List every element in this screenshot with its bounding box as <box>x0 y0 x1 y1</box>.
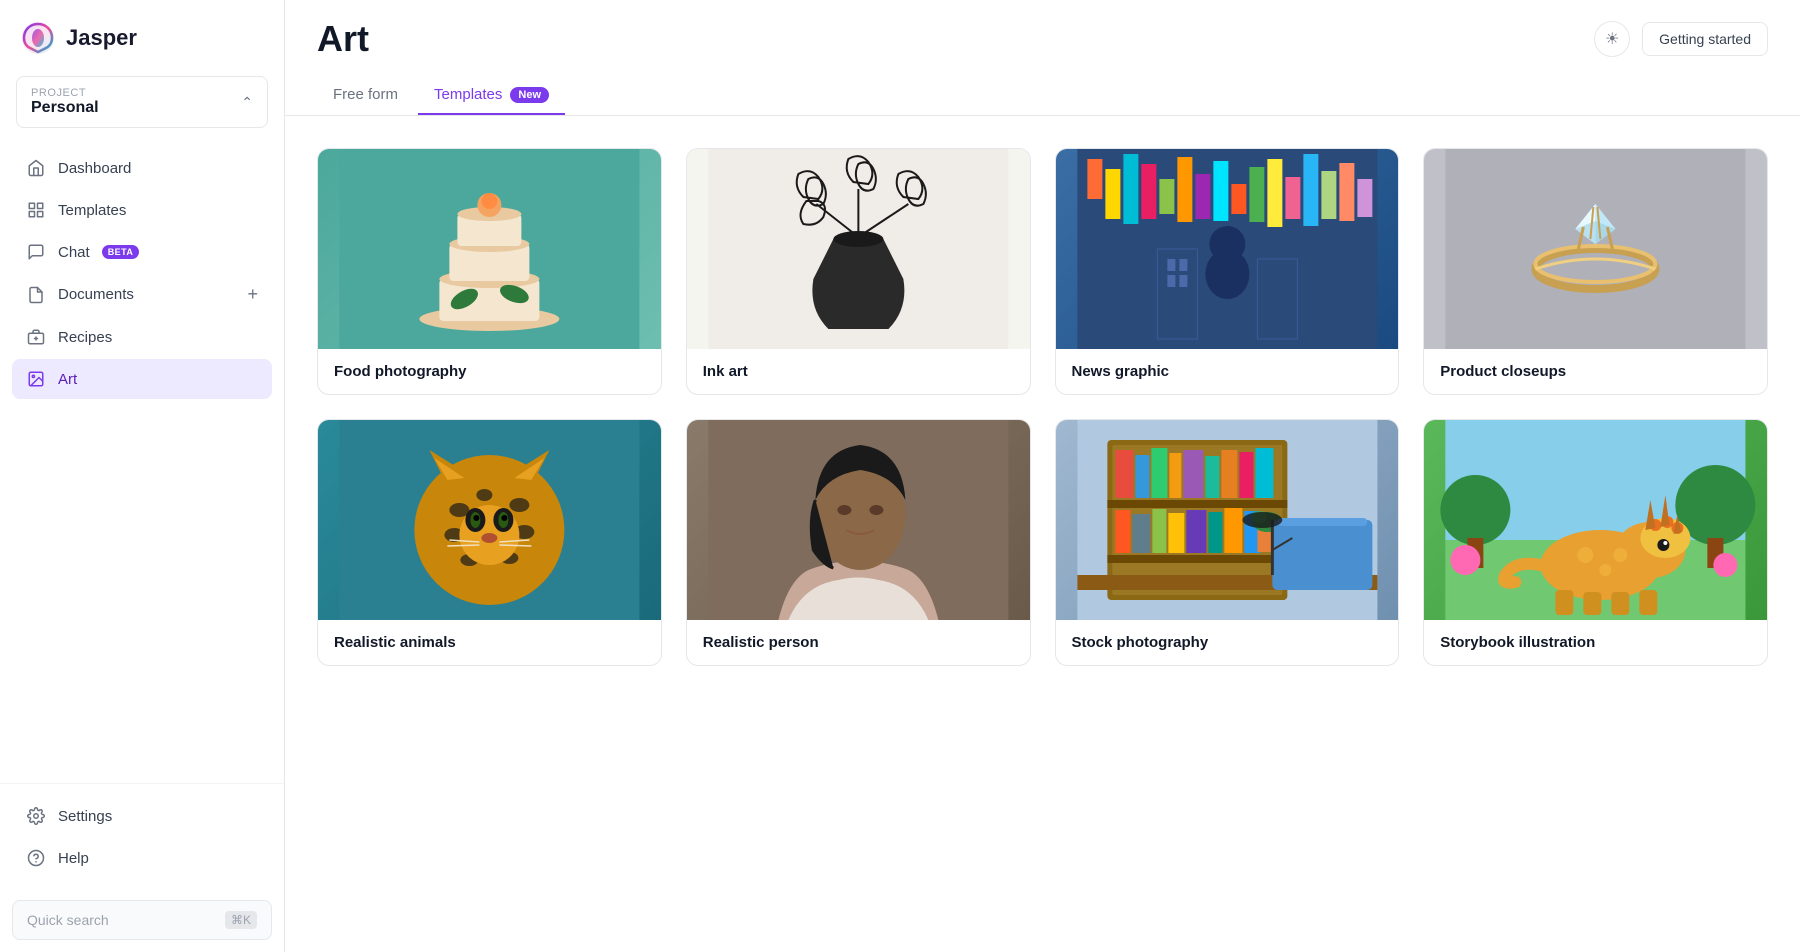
gear-icon <box>26 806 46 826</box>
top-bar-right: ☀ Getting started <box>1594 21 1768 57</box>
ink-art-label: Ink art <box>687 349 1030 394</box>
project-name: Personal <box>31 99 99 117</box>
help-label: Help <box>58 850 89 867</box>
cards-grid: Food photography <box>317 148 1768 666</box>
card-ink-art[interactable]: Ink art <box>686 148 1031 395</box>
realistic-person-label: Realistic person <box>687 620 1030 665</box>
card-stock-photography[interactable]: Stock photography <box>1055 419 1400 666</box>
product-closeups-image <box>1424 149 1767 349</box>
realistic-person-image <box>687 420 1030 620</box>
house-icon <box>26 158 46 178</box>
card-news-graphic[interactable]: News graphic <box>1055 148 1400 395</box>
stock-photography-label: Stock photography <box>1056 620 1399 665</box>
tab-free-form[interactable]: Free form <box>317 76 414 115</box>
tabs: Free form Templates New <box>285 60 1800 116</box>
sidebar-item-chat[interactable]: Chat BETA <box>12 232 272 272</box>
top-bar: Art ☀ Getting started <box>285 0 1800 60</box>
templates-label: Templates <box>58 202 126 219</box>
new-badge: New <box>510 87 549 103</box>
beta-badge: BETA <box>102 245 140 259</box>
sidebar-item-settings[interactable]: Settings <box>12 796 272 836</box>
sidebar-bottom: Settings Help <box>0 783 284 892</box>
theme-toggle-button[interactable]: ☀ <box>1594 21 1630 57</box>
recipes-label: Recipes <box>58 329 112 346</box>
project-selector[interactable]: PROJECT Personal ⌃ <box>16 76 268 128</box>
sidebar-item-recipes[interactable]: Recipes <box>12 317 272 357</box>
sidebar-item-help[interactable]: Help <box>12 838 272 878</box>
quick-search-shortcut: ⌘K <box>225 911 257 929</box>
art-icon <box>26 369 46 389</box>
help-icon <box>26 848 46 868</box>
sidebar-item-art[interactable]: Art <box>12 359 272 399</box>
card-storybook-illustration[interactable]: Storybook illustration <box>1423 419 1768 666</box>
getting-started-button[interactable]: Getting started <box>1642 22 1768 56</box>
realistic-animals-image <box>318 420 661 620</box>
food-photography-image <box>318 149 661 349</box>
jasper-logo-icon <box>20 20 56 56</box>
realistic-animals-label: Realistic animals <box>318 620 661 665</box>
tab-templates[interactable]: Templates New <box>418 76 565 115</box>
product-closeups-label: Product closeups <box>1424 349 1767 394</box>
dashboard-label: Dashboard <box>58 160 131 177</box>
sun-icon: ☀ <box>1605 29 1619 49</box>
card-product-closeups[interactable]: Product closeups <box>1423 148 1768 395</box>
ink-art-image <box>687 149 1030 349</box>
page-title: Art <box>317 18 369 60</box>
news-graphic-image <box>1056 149 1399 349</box>
news-graphic-label: News graphic <box>1056 349 1399 394</box>
grid-icon <box>26 200 46 220</box>
stock-photography-image <box>1056 420 1399 620</box>
quick-search[interactable]: Quick search ⌘K <box>12 900 272 940</box>
chat-label: Chat <box>58 244 90 261</box>
project-label: PROJECT <box>31 87 99 99</box>
chat-icon <box>26 242 46 262</box>
content-area: Food photography <box>285 116 1800 952</box>
add-document-button[interactable]: + <box>247 284 258 305</box>
sidebar-item-dashboard[interactable]: Dashboard <box>12 148 272 188</box>
sidebar: Jasper PROJECT Personal ⌃ Dashboard <box>0 0 285 952</box>
tab-free-form-label: Free form <box>333 86 398 103</box>
documents-label: Documents <box>58 286 134 303</box>
storybook-illustration-image <box>1424 420 1767 620</box>
quick-search-placeholder: Quick search <box>27 912 109 928</box>
sidebar-item-documents[interactable]: Documents + <box>12 274 272 315</box>
card-realistic-animals[interactable]: Realistic animals <box>317 419 662 666</box>
art-label: Art <box>58 371 77 388</box>
storybook-illustration-label: Storybook illustration <box>1424 620 1767 665</box>
settings-label: Settings <box>58 808 112 825</box>
chevron-icon: ⌃ <box>241 94 253 111</box>
card-food-photography[interactable]: Food photography <box>317 148 662 395</box>
card-realistic-person[interactable]: Realistic person <box>686 419 1031 666</box>
sidebar-item-templates[interactable]: Templates <box>12 190 272 230</box>
logo[interactable]: Jasper <box>0 0 284 66</box>
main-content: Art ☀ Getting started Free form Template… <box>285 0 1800 952</box>
tab-templates-label: Templates <box>434 86 502 103</box>
food-photography-label: Food photography <box>318 349 661 394</box>
doc-icon <box>26 285 46 305</box>
recipe-icon <box>26 327 46 347</box>
app-name: Jasper <box>66 25 137 51</box>
main-nav: Dashboard Templates Chat BETA <box>0 138 284 783</box>
